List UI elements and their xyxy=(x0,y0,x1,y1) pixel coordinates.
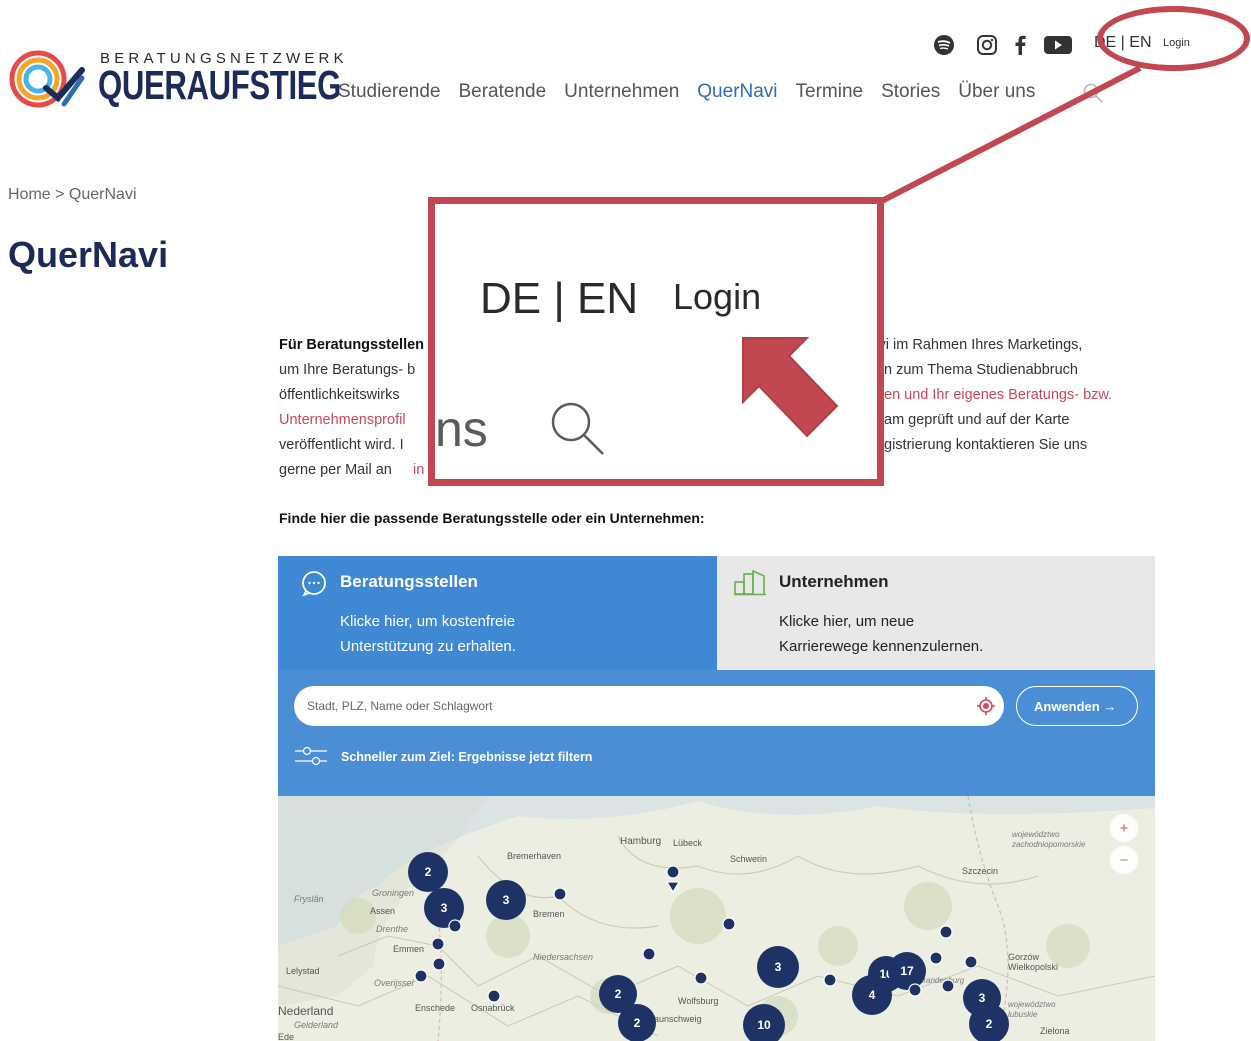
tab-beratungsstellen-line2: Unterstützung zu erhalten. xyxy=(340,638,516,655)
locate-me-icon[interactable] xyxy=(976,696,996,716)
intro-line-1-right: Navi im Rahmen Ihres Marketings, xyxy=(860,337,1083,353)
find-heading: Finde hier die passende Beratungsstelle … xyxy=(279,510,705,526)
map-pin xyxy=(941,979,955,993)
tab-beratungsstellen-line1: Klicke hier, um kostenfreie xyxy=(340,613,516,630)
quernavi-widget: Beratungsstellen Klicke hier, um kostenf… xyxy=(278,556,1155,796)
breadcrumb[interactable]: Home > QuerNavi xyxy=(8,186,137,204)
page-title: QuerNavi xyxy=(8,234,169,275)
logo-mark-icon xyxy=(9,50,85,108)
map-pin xyxy=(694,971,708,985)
map-pin xyxy=(431,937,445,951)
annotation-ellipse xyxy=(1097,6,1250,71)
intro-line-3-right-link[interactable]: en und Ihr eigenes Beratungs- bzw. xyxy=(884,383,1112,408)
map[interactable]: Lübeck Schwerin Hamburg Bremerhaven Szcz… xyxy=(278,796,1155,1041)
map-pin xyxy=(487,989,501,1003)
intro-line-3-left: öffentlichkeitswirks xyxy=(279,387,400,403)
callout-login-label: Login xyxy=(673,276,762,317)
nav-item-studierende[interactable]: Studierende xyxy=(338,81,440,103)
tab-beratungsstellen[interactable]: Beratungsstellen Klicke hier, um kostenf… xyxy=(278,556,717,670)
buildings-icon xyxy=(734,569,766,596)
callout-arrow-icon xyxy=(742,337,839,438)
map-pin xyxy=(665,865,681,894)
map-pin xyxy=(553,887,567,901)
nav-item-termine[interactable]: Termine xyxy=(796,81,864,103)
apply-button[interactable]: Anwenden → xyxy=(1016,686,1138,726)
tab-beratungsstellen-title: Beratungsstellen xyxy=(340,572,478,591)
map-pin xyxy=(432,957,446,971)
filter-label: Schneller zum Ziel: Ergebnisse jetzt fil… xyxy=(341,750,593,764)
tab-unternehmen-title: Unternehmen xyxy=(779,572,889,591)
map-pins xyxy=(414,865,978,1003)
youtube-icon[interactable] xyxy=(1043,35,1073,55)
nav-item-unternehmen[interactable]: Unternehmen xyxy=(564,81,679,103)
facebook-icon[interactable] xyxy=(1013,34,1027,56)
intro-line-2-right: n zum Thema Studienabbruch xyxy=(884,362,1078,378)
apply-button-label: Anwenden → xyxy=(1034,699,1117,714)
intro-mail-link[interactable]: in xyxy=(413,458,424,483)
nav-item-quernavi[interactable]: QuerNavi xyxy=(697,81,777,103)
nav-item-beratende[interactable]: Beratende xyxy=(458,81,546,103)
instagram-icon[interactable] xyxy=(976,34,998,56)
map-pin xyxy=(823,973,837,987)
intro-line-5-right: gistrierung kontaktieren Sie uns xyxy=(884,437,1088,453)
map-pin xyxy=(939,925,953,939)
nav-item-stories[interactable]: Stories xyxy=(881,81,940,103)
intro-line-1-left: Für Beratungsstellen xyxy=(279,337,425,353)
spotify-icon[interactable] xyxy=(933,34,955,56)
nav-item-ueber-uns[interactable]: Über uns xyxy=(958,81,1035,103)
map-pin xyxy=(964,955,978,969)
tab-beratungsstellen-desc: Klicke hier, um kostenfreie Unterstützun… xyxy=(340,609,516,659)
callout-language-switch: DE | EN xyxy=(480,274,639,323)
search-input[interactable]: Stadt, PLZ, Name oder Schlagwort xyxy=(294,686,1004,726)
intro-line-6-left: gerne per Mail an xyxy=(279,462,392,478)
map-pin xyxy=(908,983,922,997)
intro-line-5-left: veröffentlicht wird. I xyxy=(279,437,404,453)
map-pin xyxy=(722,917,736,931)
tab-unternehmen-line2: Karrierewege kennenzulernen. xyxy=(779,638,984,655)
chat-bubble-icon xyxy=(302,571,326,597)
tab-unternehmen-line1: Klicke hier, um neue xyxy=(779,613,915,630)
logo-main-text: QUERAUFSTIEG xyxy=(98,62,342,108)
tab-unternehmen-desc: Klicke hier, um neue Karrierewege kennen… xyxy=(779,609,983,659)
site-logo[interactable]: BERATUNGSNETZWERK QUERAUFSTIEG xyxy=(8,48,344,112)
search-placeholder: Stadt, PLZ, Name oder Schlagwort xyxy=(307,699,493,713)
filter-toggle[interactable]: Schneller zum Ziel: Ergebnisse jetzt fil… xyxy=(294,744,592,771)
search-icon[interactable] xyxy=(1082,82,1104,104)
map-pin xyxy=(929,951,943,965)
filter-sliders-icon xyxy=(295,746,327,766)
main-nav: Studierende Beratende Unternehmen QuerNa… xyxy=(338,81,1053,103)
map-pin xyxy=(414,969,428,983)
zoom-callout: DE | EN Login ns xyxy=(428,197,884,486)
tab-unternehmen[interactable]: Unternehmen Klicke hier, um neue Karrier… xyxy=(717,556,1155,670)
callout-nav-fragment: ns xyxy=(435,401,488,457)
map-pin xyxy=(448,919,462,933)
intro-line-4-right: am geprüft und auf der Karte xyxy=(884,412,1070,428)
callout-search-icon xyxy=(551,402,604,455)
intro-line-4-left-link[interactable]: Unternehmensprofil xyxy=(279,408,406,433)
intro-line-2-left: um Ihre Beratungs- b xyxy=(279,362,416,378)
map-pin xyxy=(642,947,656,961)
